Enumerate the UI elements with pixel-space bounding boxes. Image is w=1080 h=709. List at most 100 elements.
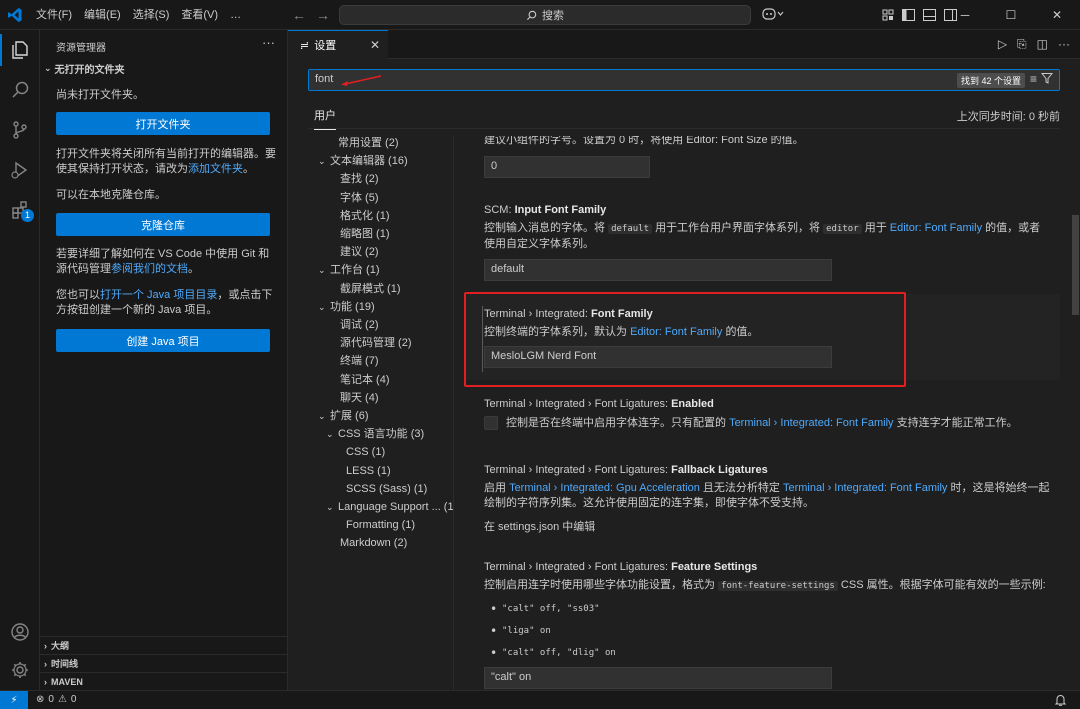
toc-item-label: 字体 (5): [340, 191, 379, 204]
open-settings-json-icon[interactable]: ⎘: [1017, 37, 1027, 52]
extensions-badge: 1: [21, 209, 34, 222]
toc-item[interactable]: Markdown (2): [340, 534, 407, 552]
setting-title: Terminal › Integrated › Font Ligatures: …: [484, 561, 758, 573]
terminal-font-family-link[interactable]: Terminal › Integrated: Font Family: [729, 417, 893, 429]
editor-tab-bar: ≓ 设置 ✕ ▷ ⎘ ◫ ···: [288, 30, 1080, 59]
close-tab-icon[interactable]: ✕: [370, 38, 380, 52]
settings-list: 建议小组件的字号。设置为 0 时，将使用 Editor: Font Size 的…: [464, 136, 1060, 690]
create-java-project-button[interactable]: 创建 Java 项目: [56, 329, 270, 352]
activity-bar: 1: [0, 30, 40, 690]
menu-selection[interactable]: 选择(S): [127, 0, 176, 30]
clone-repo-button[interactable]: 克隆仓库: [56, 213, 270, 236]
toc-item[interactable]: ⌄ 功能 (19): [318, 298, 375, 316]
toc-item[interactable]: 建议 (2): [340, 243, 379, 261]
search-view-icon[interactable]: [0, 70, 40, 110]
edit-in-settings-json-link[interactable]: 在 settings.json 中编辑: [484, 520, 1050, 535]
maven-section-header[interactable]: › MAVEN: [40, 672, 288, 690]
back-arrow-icon[interactable]: ←: [292, 7, 306, 23]
chevron-right-icon: ›: [44, 658, 47, 669]
maximize-icon[interactable]: ☐: [988, 0, 1034, 30]
toc-item[interactable]: 笔记本 (4): [340, 371, 390, 389]
tab-settings[interactable]: ≓ 设置 ✕: [288, 30, 388, 59]
toc-item[interactable]: CSS (1): [346, 443, 385, 461]
extensions-icon[interactable]: 1: [0, 190, 40, 230]
toc-item-label: 截屏模式 (1): [340, 282, 401, 295]
chevron-down-icon: ⌄: [326, 502, 334, 512]
menu-view[interactable]: 查看(V): [175, 0, 224, 30]
filter-icon[interactable]: [1040, 72, 1054, 87]
explorer-sidebar: 资源管理器 ··· ⌄ 无打开的文件夹 尚未打开文件夹。 打开文件夹 打开文件夹…: [40, 30, 288, 690]
terminal-font-family-link[interactable]: Terminal › Integrated: Font Family: [783, 482, 947, 494]
toc-item[interactable]: 截屏模式 (1): [340, 280, 401, 298]
toc-item[interactable]: 常用设置 (2): [326, 136, 399, 152]
minimize-icon[interactable]: ─: [942, 0, 988, 30]
timeline-section-header[interactable]: › 时间线: [40, 654, 288, 672]
toc-item[interactable]: SCSS (Sass) (1): [346, 480, 427, 498]
git-docs-link[interactable]: 参阅我们的文档: [111, 263, 188, 275]
forward-arrow-icon[interactable]: →: [316, 7, 330, 23]
no-folder-section-header[interactable]: ⌄ 无打开的文件夹: [40, 58, 288, 78]
toc-item-label: 扩展 (6): [330, 410, 369, 422]
toc-item[interactable]: 查找 (2): [340, 170, 379, 188]
close-window-icon[interactable]: ✕: [1034, 0, 1080, 30]
manage-gear-icon[interactable]: [0, 650, 40, 690]
toc-item-label: 终端 (7): [340, 355, 379, 368]
toc-item[interactable]: 终端 (7): [340, 352, 379, 370]
run-icon[interactable]: ▷: [998, 37, 1007, 52]
clear-filter-icon[interactable]: ≡: [1030, 72, 1037, 87]
menu-more[interactable]: …: [224, 0, 247, 30]
toc-item[interactable]: LESS (1): [346, 462, 391, 480]
toc-item[interactable]: ⌄ CSS 语言功能 (3): [326, 425, 424, 443]
toc-item-label: 缩略图 (1): [340, 228, 390, 240]
toc-item[interactable]: ⌄ Language Support ... (1): [326, 498, 453, 516]
toc-item[interactable]: ⌄ 工作台 (1): [318, 261, 380, 279]
toggle-panel-icon[interactable]: [923, 9, 936, 21]
run-debug-icon[interactable]: [0, 150, 40, 190]
toc-item[interactable]: ⌄ 扩展 (6): [318, 407, 369, 425]
toggle-sidebar-icon[interactable]: [902, 9, 915, 21]
setting-description: 建议小组件的字号。设置为 0 时，将使用 Editor: Font Size 的…: [484, 136, 804, 146]
status-bar: ⚡ ⊗ 0 ⚠ 0: [0, 690, 1080, 709]
toc-item[interactable]: 格式化 (1): [340, 207, 390, 225]
warning-icon: ⚠: [57, 694, 67, 705]
suggest-font-size-input[interactable]: 0: [484, 156, 650, 178]
more-actions-icon[interactable]: ···: [1058, 37, 1070, 52]
open-folder-button[interactable]: 打开文件夹: [56, 112, 270, 135]
accounts-icon[interactable]: [0, 612, 40, 652]
setting-title: SCM: Input Font Family: [484, 204, 607, 216]
menu-edit[interactable]: 编辑(E): [78, 0, 127, 30]
menu-file[interactable]: 文件(F): [30, 0, 78, 30]
settings-search-input[interactable]: font 找到 42 个设置 ≡: [308, 69, 1060, 91]
toc-item[interactable]: 源代码管理 (2): [340, 334, 412, 352]
toc-item[interactable]: 缩略图 (1): [340, 225, 390, 243]
copilot-icon[interactable]: [762, 7, 784, 24]
no-folder-text: 尚未打开文件夹。: [56, 89, 144, 101]
command-center-search[interactable]: 搜索: [339, 5, 751, 25]
settings-scrollbar[interactable]: [1072, 215, 1079, 315]
customize-layout-icon[interactable]: [882, 9, 894, 21]
settings-toc: 常用设置 (2) ⌄ 文本编辑器 (16) 查找 (2) 字体 (5) 格式化 (1) 缩略…: [308, 136, 454, 690]
toc-item[interactable]: ⌄ 文本编辑器 (16): [318, 152, 408, 170]
git-docs-text: 若要详细了解如何在 VS Code 中使用 Git 和源代码管理参阅我们的文档。: [56, 248, 270, 275]
sidebar-more-icon[interactable]: ···: [262, 35, 275, 50]
problems-indicator[interactable]: ⊗ 0 ⚠ 0: [36, 694, 76, 705]
toc-item[interactable]: 字体 (5): [340, 189, 379, 207]
remote-indicator-icon[interactable]: ⚡: [0, 691, 28, 709]
tab-user-settings[interactable]: 用户: [314, 107, 336, 130]
ligatures-enabled-checkbox[interactable]: [484, 416, 498, 430]
editor-font-family-link[interactable]: Editor: Font Family: [890, 222, 982, 234]
notifications-bell-icon[interactable]: [1054, 694, 1067, 709]
scm-font-family-input[interactable]: default: [484, 259, 832, 281]
open-java-project-link[interactable]: 打开一个 Java 项目目录: [100, 289, 217, 301]
toc-item[interactable]: 聊天 (4): [340, 389, 379, 407]
feature-settings-input[interactable]: "calt" on: [484, 667, 832, 689]
outline-section-header[interactable]: › 大纲: [40, 636, 288, 654]
clone-text: 可以在本地克隆仓库。: [56, 189, 166, 201]
add-folder-link[interactable]: 添加文件夹: [188, 163, 243, 175]
toc-item[interactable]: Formatting (1): [346, 516, 415, 534]
explorer-icon[interactable]: [0, 30, 40, 70]
split-editor-icon[interactable]: ◫: [1037, 37, 1048, 52]
toc-item[interactable]: 调试 (2): [340, 316, 379, 334]
gpu-acceleration-link[interactable]: Terminal › Integrated: Gpu Acceleration: [509, 482, 700, 494]
source-control-icon[interactable]: [0, 110, 40, 150]
